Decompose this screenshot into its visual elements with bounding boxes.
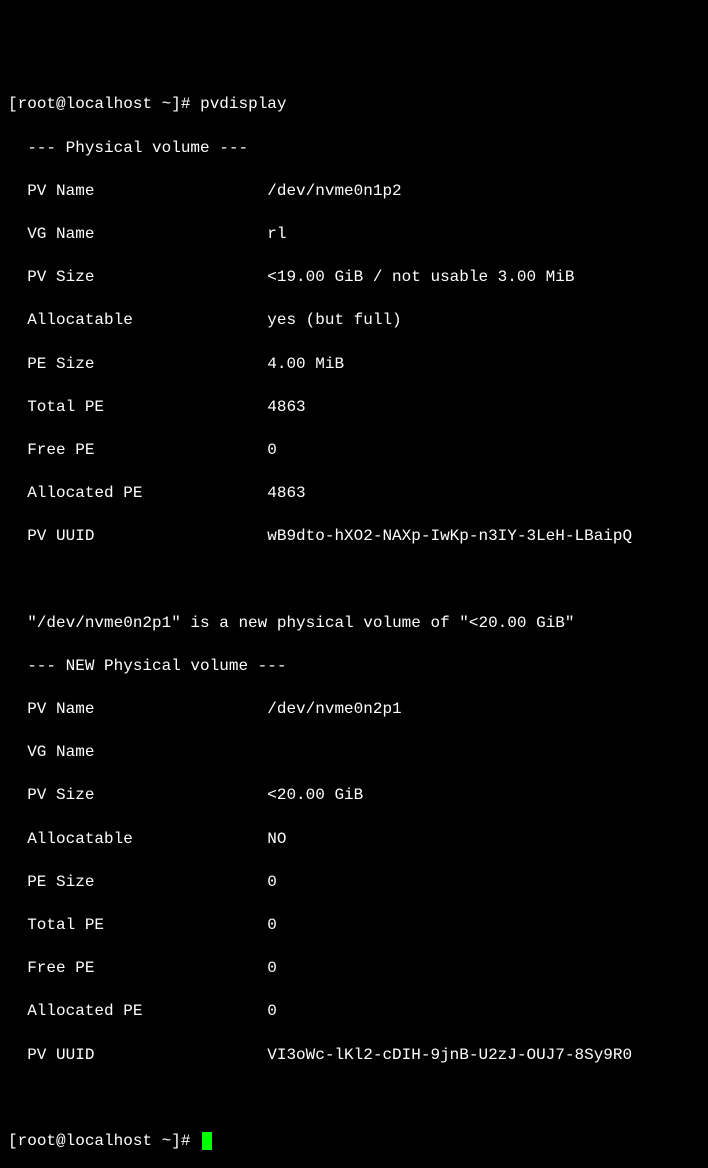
field-value: NO	[267, 829, 286, 851]
field-value: <20.00 GiB	[267, 785, 363, 807]
pv1-field: Allocated PE4863	[8, 483, 700, 505]
field-label: PV UUID	[8, 526, 267, 548]
prompt-host: localhost	[66, 1132, 152, 1150]
prompt-user: root	[18, 1132, 56, 1150]
field-value: 0	[267, 1001, 277, 1023]
prompt-host: localhost	[66, 95, 152, 113]
pv2-header: --- NEW Physical volume ---	[8, 656, 700, 678]
field-label: Free PE	[8, 440, 267, 462]
field-value: /dev/nvme0n2p1	[267, 699, 401, 721]
pv1-field: PE Size4.00 MiB	[8, 354, 700, 376]
field-value: 0	[267, 915, 277, 937]
field-value: yes (but full)	[267, 310, 401, 332]
blank-line	[8, 569, 700, 591]
pv1-field: PV UUIDwB9dto-hXO2-NAXp-IwKp-n3IY-3LeH-L…	[8, 526, 700, 548]
field-label: PV UUID	[8, 1045, 267, 1067]
pv1-field: VG Namerl	[8, 224, 700, 246]
field-value: VI3oWc-lKl2-cDIH-9jnB-U2zJ-OUJ7-8Sy9R0	[267, 1045, 632, 1067]
pv1-field: Total PE4863	[8, 397, 700, 419]
pv1-field: Allocatableyes (but full)	[8, 310, 700, 332]
pv2-field: PV UUIDVI3oWc-lKl2-cDIH-9jnB-U2zJ-OUJ7-8…	[8, 1045, 700, 1067]
field-value: 0	[267, 440, 277, 462]
field-value: 0	[267, 872, 277, 894]
field-label: Total PE	[8, 915, 267, 937]
field-value: wB9dto-hXO2-NAXp-IwKp-n3IY-3LeH-LBaipQ	[267, 526, 632, 548]
prompt-line-2[interactable]: [root@localhost ~]#	[8, 1131, 700, 1153]
pv2-field: PE Size0	[8, 872, 700, 894]
field-label: PV Name	[8, 181, 267, 203]
field-label: Free PE	[8, 958, 267, 980]
prompt-path: ~	[162, 1132, 172, 1150]
notice-line: "/dev/nvme0n2p1" is a new physical volum…	[8, 613, 700, 635]
pv2-field: Free PE0	[8, 958, 700, 980]
pv2-field: PV Name/dev/nvme0n2p1	[8, 699, 700, 721]
field-value: 4863	[267, 483, 305, 505]
field-value: 4.00 MiB	[267, 354, 344, 376]
prompt-path: ~	[162, 95, 172, 113]
field-label: Allocated PE	[8, 483, 267, 505]
pv2-field: VG Name	[8, 742, 700, 764]
field-label: Allocatable	[8, 829, 267, 851]
field-value: <19.00 GiB / not usable 3.00 MiB	[267, 267, 574, 289]
blank-line	[8, 1088, 700, 1110]
field-value: 4863	[267, 397, 305, 419]
field-value: /dev/nvme0n1p2	[267, 181, 401, 203]
field-label: PV Size	[8, 785, 267, 807]
pv1-field: PV Name/dev/nvme0n1p2	[8, 181, 700, 203]
field-label: VG Name	[8, 742, 267, 764]
field-value: 0	[267, 958, 277, 980]
pv2-field: Total PE0	[8, 915, 700, 937]
field-label: PE Size	[8, 354, 267, 376]
field-value: rl	[267, 224, 286, 246]
cursor-icon	[202, 1132, 212, 1150]
field-label: VG Name	[8, 224, 267, 246]
field-label: PV Size	[8, 267, 267, 289]
prompt-symbol: #	[181, 95, 191, 113]
pv2-field: PV Size<20.00 GiB	[8, 785, 700, 807]
pv1-field: Free PE0	[8, 440, 700, 462]
pv1-field: PV Size<19.00 GiB / not usable 3.00 MiB	[8, 267, 700, 289]
prompt-symbol: #	[181, 1132, 191, 1150]
prompt-line-1: [root@localhost ~]# pvdisplay	[8, 94, 700, 116]
prompt-user: root	[18, 95, 56, 113]
field-label: Total PE	[8, 397, 267, 419]
command-text: pvdisplay	[200, 95, 286, 113]
field-label: PV Name	[8, 699, 267, 721]
pv1-header: --- Physical volume ---	[8, 138, 700, 160]
pv2-field: AllocatableNO	[8, 829, 700, 851]
pv2-field: Allocated PE0	[8, 1001, 700, 1023]
field-label: Allocatable	[8, 310, 267, 332]
field-label: PE Size	[8, 872, 267, 894]
field-label: Allocated PE	[8, 1001, 267, 1023]
